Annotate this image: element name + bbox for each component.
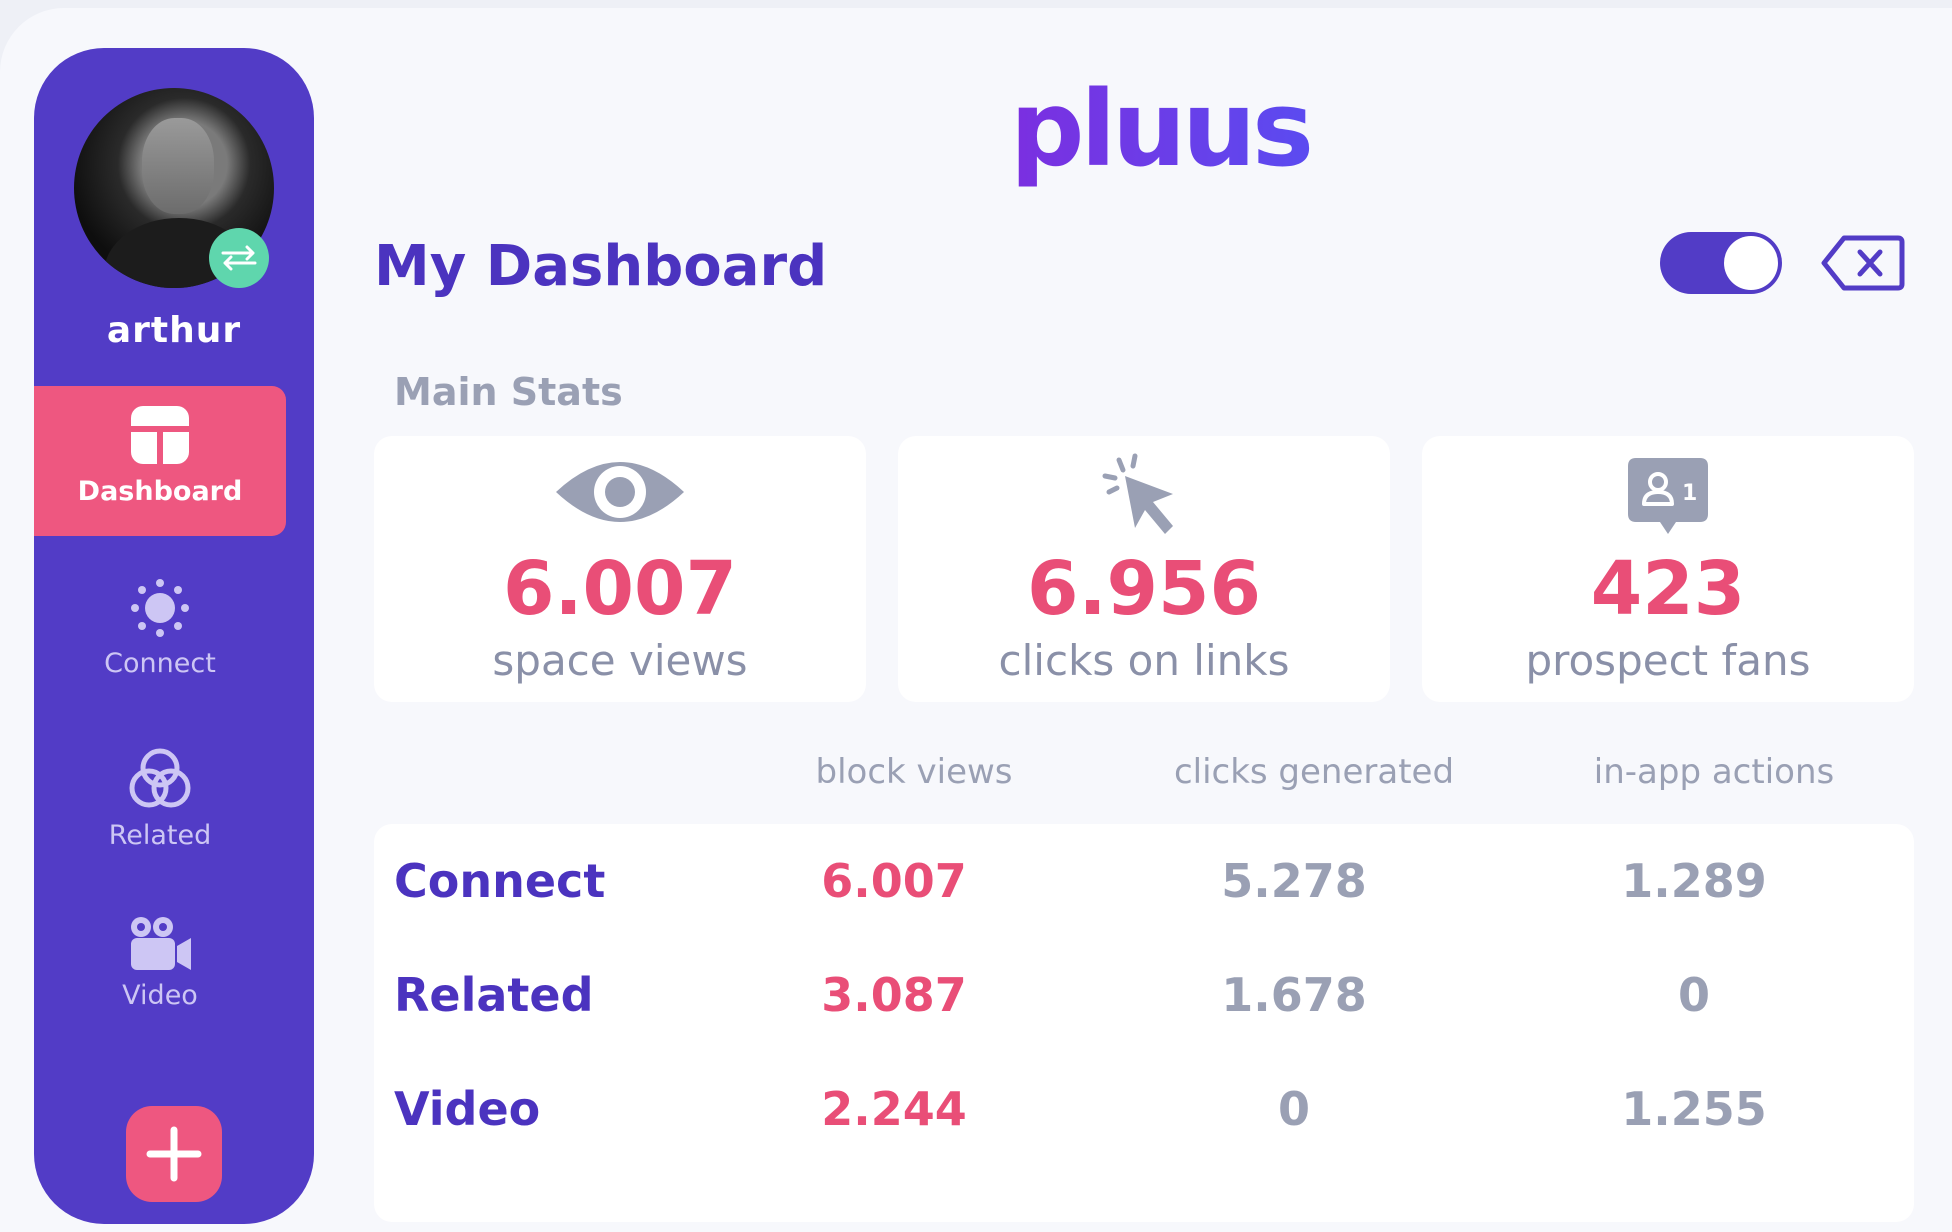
cell-in-app-actions: 1.289: [1621, 854, 1767, 908]
cursor-click-icon: [898, 450, 1390, 546]
sidebar-item-dashboard[interactable]: Dashboard: [34, 386, 286, 536]
sidebar-item-connect[interactable]: Connect: [34, 576, 286, 679]
sidebar-item-label: Video: [122, 980, 198, 1011]
stat-value: 6.956: [1026, 546, 1262, 632]
column-header-clicks-generated: clicks generated: [1173, 752, 1455, 792]
user-badge-icon: 1: [1422, 456, 1914, 552]
view-toggle[interactable]: [1660, 232, 1782, 294]
cell-block-views: 3.087: [821, 968, 967, 1022]
page-title: My Dashboard: [374, 234, 828, 299]
stat-value: 423: [1590, 546, 1746, 632]
video-camera-icon: [127, 916, 193, 972]
app-logo: pluus: [1010, 68, 1314, 190]
cell-block-views: 6.007: [821, 854, 967, 908]
row-label: Connect: [394, 854, 606, 908]
avatar-face: [142, 118, 214, 214]
badge-count: 1: [1682, 481, 1697, 506]
stat-caption: space views: [492, 636, 748, 685]
row-label: Video: [394, 1082, 541, 1136]
stat-card-prospect-fans: 1 423 prospect fans: [1422, 436, 1914, 702]
sidebar-item-label: Connect: [104, 648, 216, 679]
cell-clicks-generated: 0: [1277, 1082, 1310, 1136]
sidebar: arthur Dashboard Connect Related Video: [34, 48, 314, 1224]
add-button[interactable]: [126, 1106, 222, 1202]
circles-icon: [127, 746, 193, 812]
cell-block-views: 2.244: [821, 1082, 967, 1136]
app-window: arthur Dashboard Connect Related Video p…: [0, 8, 1952, 1232]
sidebar-item-label: Dashboard: [77, 476, 243, 507]
cell-in-app-actions: 0: [1677, 968, 1710, 1022]
sidebar-item-label: Related: [108, 820, 212, 851]
block-stats-table: Connect 6.007 5.278 1.289 Related 3.087 …: [374, 824, 1914, 1222]
plus-icon: [146, 1126, 202, 1182]
main-stats-label: Main Stats: [394, 370, 623, 414]
sidebar-item-video[interactable]: Video: [34, 916, 286, 1011]
toggle-knob: [1724, 236, 1778, 290]
sidebar-item-related[interactable]: Related: [34, 746, 286, 851]
stat-value: 6.007: [502, 546, 738, 632]
username: arthur: [106, 310, 242, 351]
cell-clicks-generated: 5.278: [1221, 854, 1367, 908]
stat-caption: clicks on links: [998, 636, 1290, 685]
column-header-block-views: block views: [815, 752, 1013, 792]
column-header-in-app-actions: in-app actions: [1593, 752, 1835, 792]
cell-in-app-actions: 1.255: [1621, 1082, 1767, 1136]
cell-clicks-generated: 1.678: [1221, 968, 1367, 1022]
stat-card-clicks-on-links: 6.956 clicks on links: [898, 436, 1390, 702]
stat-caption: prospect fans: [1525, 636, 1811, 685]
sun-icon: [128, 576, 192, 640]
backspace-icon: [1821, 235, 1905, 291]
stat-card-space-views: 6.007 space views: [374, 436, 866, 702]
row-label: Related: [394, 968, 594, 1022]
delete-button[interactable]: [1820, 234, 1906, 292]
dashboard-icon: [129, 404, 191, 466]
switch-account-icon[interactable]: [209, 228, 269, 288]
eye-icon: [374, 450, 866, 546]
